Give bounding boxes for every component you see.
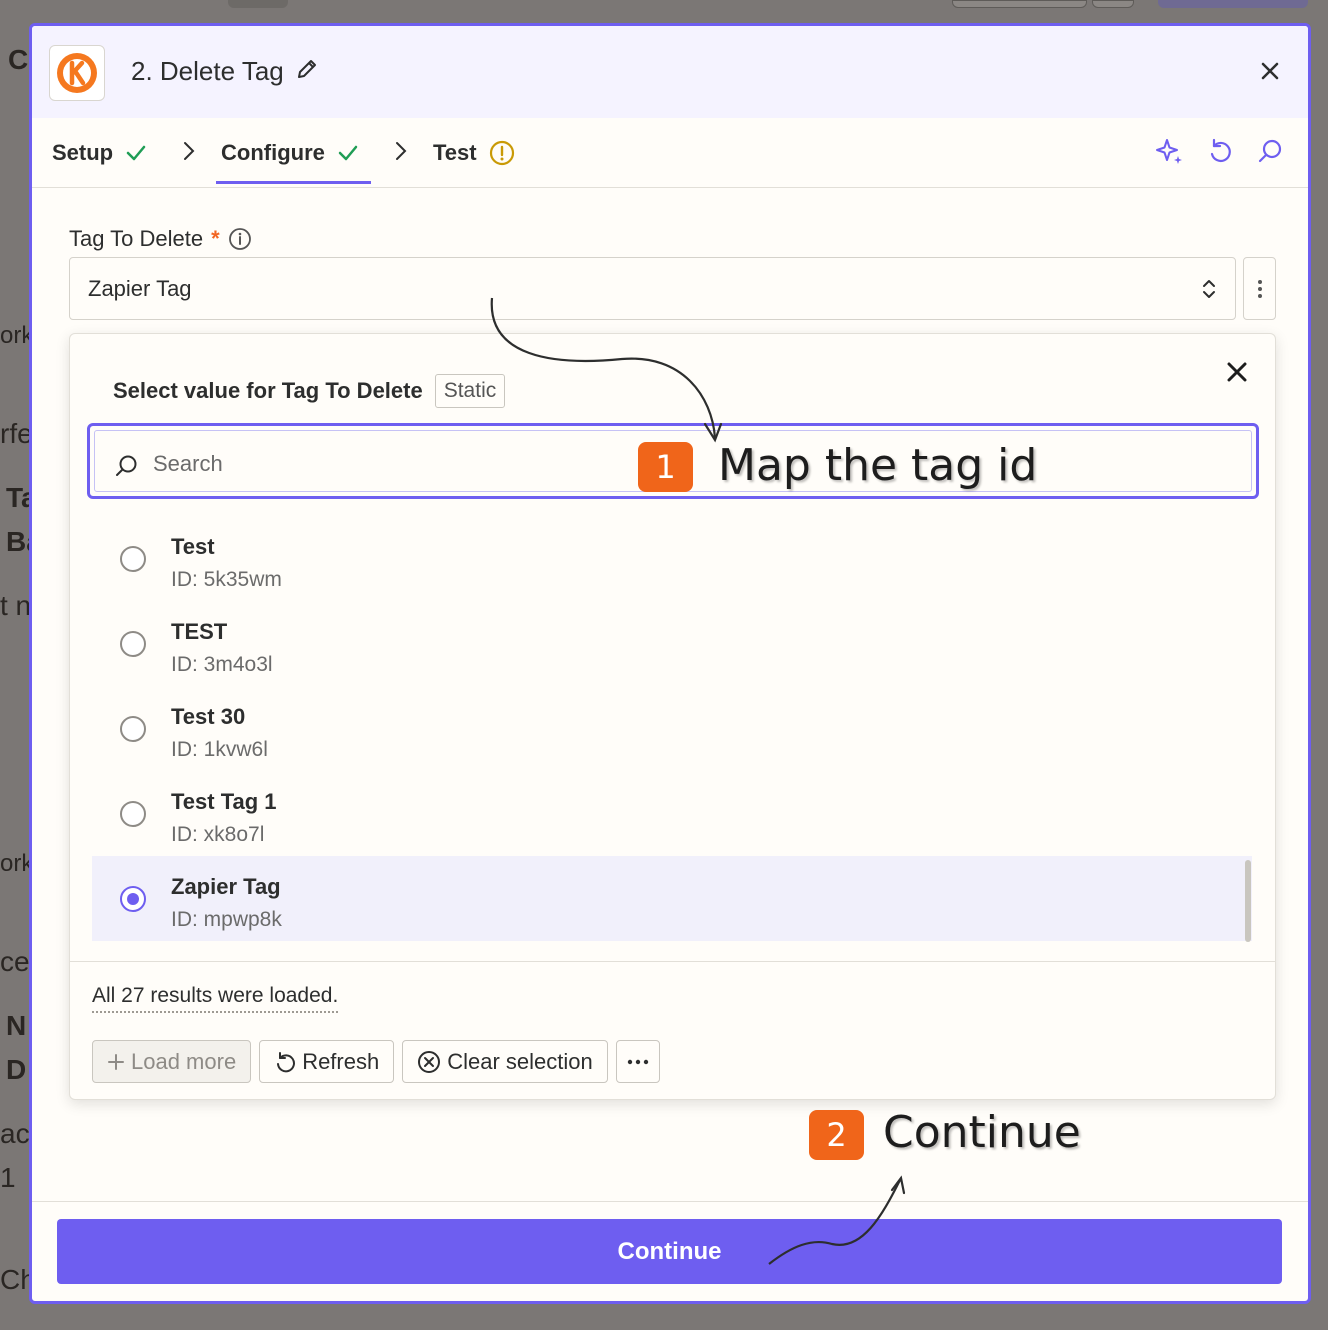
search-input[interactable] [153,447,653,481]
list-item[interactable]: TEST ID: 3m4o3l [92,601,1252,686]
undo-icon[interactable] [1204,134,1236,168]
required-mark: * [211,226,220,251]
radio-button-checked[interactable] [120,886,146,912]
option-name: TEST [171,619,228,644]
plus-icon [108,1053,124,1070]
more-vertical-icon [1257,279,1262,298]
background-text: ce [0,946,30,977]
list-item[interactable]: Test ID: 5k35wm [92,516,1252,601]
options-list: Test ID: 5k35wm TEST ID: 3m4o3l Test 30 … [92,504,1252,964]
option-id: ID: 5k35wm [171,568,282,591]
pencil-icon[interactable] [296,56,318,87]
clear-selection-button[interactable]: Clear selection [402,1040,608,1083]
footer-divider [32,1201,1308,1202]
option-name: Zapier Tag [171,874,281,899]
load-more-button[interactable]: Load more [92,1040,252,1083]
clear-circle-icon [418,1050,441,1073]
radio-button[interactable] [120,546,146,572]
radio-button[interactable] [120,801,146,827]
picker-title: Select value for Tag To Delete Static [113,374,506,408]
tab-label: Configure [221,140,325,165]
field-label-text: Tag To Delete [69,226,204,251]
static-badge: Static [434,374,506,408]
select-arrows-icon [1203,280,1215,298]
tab-configure[interactable]: Configure [221,140,359,166]
chevron-right-icon [184,142,195,160]
close-icon[interactable] [1258,59,1282,83]
keap-logo-icon [49,45,105,101]
background-button [1092,0,1134,8]
annotation-badge-2: 2 [809,1110,864,1160]
list-item[interactable]: Test 30 ID: 1kvw6l [92,686,1252,771]
list-scroll-spacer [92,504,1252,516]
list-item-selected[interactable]: Zapier Tag ID: mpwp8k [92,856,1252,941]
load-more-label: Load more [131,1048,237,1074]
step-tabs: Setup Configure Test [32,118,1308,188]
option-name: Test 30 [171,704,246,729]
clear-selection-label: Clear selection [447,1048,593,1074]
continue-button[interactable]: Continue [57,1219,1282,1284]
toolbar [1154,134,1286,168]
step-title: 2. Delete Tag [131,56,318,87]
step-title-text: 2. Delete Tag [131,56,284,86]
more-options-button[interactable] [615,1040,660,1083]
field-label: Tag To Delete * [69,226,252,252]
close-icon[interactable] [1225,360,1249,384]
active-tab-indicator [216,181,371,184]
option-id: ID: 1kvw6l [171,738,268,761]
option-id: ID: xk8o7l [171,823,265,846]
tab-label: Test [433,140,477,165]
list-scrollbar[interactable] [1245,860,1251,942]
select-value: Zapier Tag [88,276,192,301]
results-note: All 27 results were loaded. [92,984,339,1013]
background-text: N [6,1010,27,1041]
background-button [952,0,1087,8]
refresh-button[interactable]: Refresh [259,1040,395,1083]
option-name: Test Tag 1 [171,789,277,814]
refresh-label: Refresh [302,1048,380,1074]
refresh-icon [277,1051,296,1072]
background-text: 1 [0,1162,16,1193]
annotation-text-2: Continue [883,1107,1081,1158]
background-text: t n [0,590,32,621]
warning-icon [489,140,514,166]
option-name: Test [171,534,215,559]
annotation-badge-1: 1 [638,442,693,492]
picker-actions: Load more Refresh Clear selection [92,1040,660,1083]
arrow-head-2 [890,1175,906,1195]
sparkle-icon[interactable] [1154,134,1186,168]
background-text: rfe [0,418,33,449]
step-modal: 2. Delete Tag Setup Configure Test Tag T… [29,23,1311,1304]
modal-header: 2. Delete Tag [32,26,1308,118]
search-icon[interactable] [1254,134,1286,168]
background-button [1158,0,1308,8]
radio-button[interactable] [120,631,146,657]
picker-title-text: Select value for Tag To Delete [113,378,423,403]
tag-select[interactable]: Zapier Tag [69,257,1236,320]
tab-setup[interactable]: Setup [52,140,147,166]
background-text: C [8,44,29,75]
tab-label: Setup [52,140,114,165]
radio-button[interactable] [120,716,146,742]
background-text: D [6,1054,27,1085]
info-icon[interactable] [228,227,252,251]
tab-test[interactable]: Test [433,140,515,166]
list-item[interactable]: Test Tag 1 ID: xk8o7l [92,771,1252,856]
chevron-right-icon [396,142,407,160]
search-icon [116,455,137,476]
background-tab [228,0,288,8]
picker-divider [70,961,1275,962]
more-horizontal-icon [627,1059,648,1064]
check-icon [338,145,358,161]
check-icon [126,145,146,161]
background-text: ac [0,1118,30,1149]
option-id: ID: 3m4o3l [171,653,273,676]
option-id: ID: mpwp8k [171,908,282,931]
field-options-button[interactable] [1243,257,1276,320]
annotation-text-1: Map the tag id [718,440,1038,491]
